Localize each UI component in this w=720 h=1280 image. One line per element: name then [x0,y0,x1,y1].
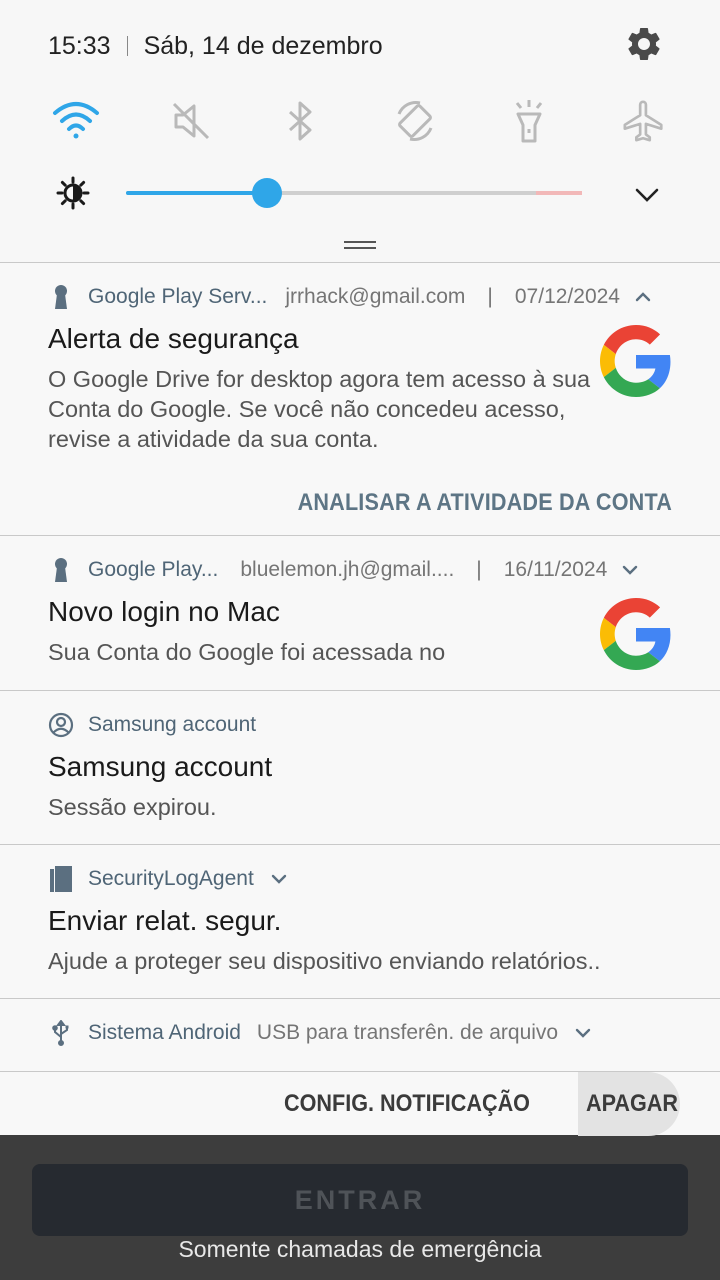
notification-settings-button[interactable]: CONFIG. NOTIFICAÇÃO [284,1072,530,1136]
notification-header: Samsung account [48,711,672,739]
google-logo-icon [600,598,672,670]
clock: 15:33 [48,31,111,60]
chevron-up-icon[interactable] [632,286,654,308]
clear-all-button[interactable]: APAGAR [586,1072,678,1136]
mute-icon[interactable] [166,96,216,146]
usb-icon [48,1019,74,1047]
separator: | [487,285,493,308]
notification-body: Sua Conta do Google foi acessada no [48,639,446,665]
account-circle-icon [48,711,74,739]
app-name: Samsung account [88,713,257,736]
notification-header: Google Play... bluelemon.jh@gmail.... | … [48,556,672,584]
app-name: Sistema Android [88,1021,241,1044]
flashlight-icon[interactable] [504,96,554,146]
notification-text: USB para transferên. de arquivo [256,1021,559,1044]
wifi-icon[interactable] [51,96,101,146]
chevron-down-icon[interactable] [619,559,641,581]
brightness-icon [56,176,90,210]
drag-handle[interactable] [344,241,376,249]
app-name: SecurityLogAgent [88,867,254,890]
account-email: jrrhack@gmail.com [285,285,466,308]
separator: | [476,558,482,581]
notification-header: SecurityLogAgent [48,865,672,893]
notification-date: 16/11/2024 [503,558,608,581]
document-icon [48,865,74,893]
keyhole-icon [48,283,74,311]
google-logo-icon [600,325,672,397]
notification-title: Samsung account [48,751,273,782]
brightness-slider[interactable] [126,178,582,208]
enter-button[interactable]: ENTRAR [32,1164,688,1236]
notification-footer: CONFIG. NOTIFICAÇÃO APAGAR [0,1071,720,1136]
account-email: bluelemon.jh@gmail.... [240,558,455,581]
settings-gear-icon[interactable] [624,24,664,64]
notification-date: 07/12/2024 [514,285,620,308]
review-activity-button[interactable]: ANALISAR A ATIVIDADE DA CONTA [298,489,672,517]
keyhole-icon [48,556,74,584]
notification-body: O Google Drive for desktop agora tem ace… [48,366,591,452]
divider [126,36,128,56]
app-name: Google Play Serv... [88,285,268,308]
app-name: Google Play... [88,558,219,581]
quick-settings-row [0,96,720,146]
notification-card[interactable]: Sistema Android USB para transferên. de … [0,998,720,1071]
quick-panel: 15:33 Sáb, 14 de dezembro [0,0,720,262]
notification-title: Novo login no Mac [48,596,280,627]
date-label[interactable]: Sáb, 14 de dezembro [144,32,383,61]
notification-list: Google Play Serv... jrrhack@gmail.com | … [0,262,720,1136]
chevron-down-icon[interactable] [268,868,290,890]
notification-body: Sessão expirou. [48,794,217,820]
emergency-calls-text: Somente chamadas de emergência [178,1236,542,1262]
airplane-icon[interactable] [619,96,669,146]
notification-header: Google Play Serv... jrrhack@gmail.com | … [48,283,672,311]
notification-title: Alerta de segurança [48,323,299,354]
notification-header: Sistema Android USB para transferên. de … [48,1019,672,1047]
notification-card[interactable]: Google Play Serv... jrrhack@gmail.com | … [0,262,720,535]
notification-card[interactable]: Samsung account Samsung account Sessão e… [0,690,720,844]
chevron-down-icon[interactable] [572,1022,594,1044]
notification-card[interactable]: Google Play... bluelemon.jh@gmail.... | … [0,535,720,690]
chevron-down-icon[interactable] [634,182,660,208]
status-row: 15:33 Sáb, 14 de dezembro [48,28,383,64]
notification-card[interactable]: SecurityLogAgent Enviar relat. segur. Aj… [0,844,720,998]
brightness-warning-zone [536,191,582,195]
brightness-fill [126,191,268,195]
brightness-thumb[interactable] [252,178,283,208]
notification-body: Ajude a proteger seu dispositivo enviand… [48,948,601,974]
bluetooth-icon[interactable] [276,96,326,146]
rotate-icon[interactable] [390,96,440,146]
notification-title: Enviar relat. segur. [48,905,282,936]
